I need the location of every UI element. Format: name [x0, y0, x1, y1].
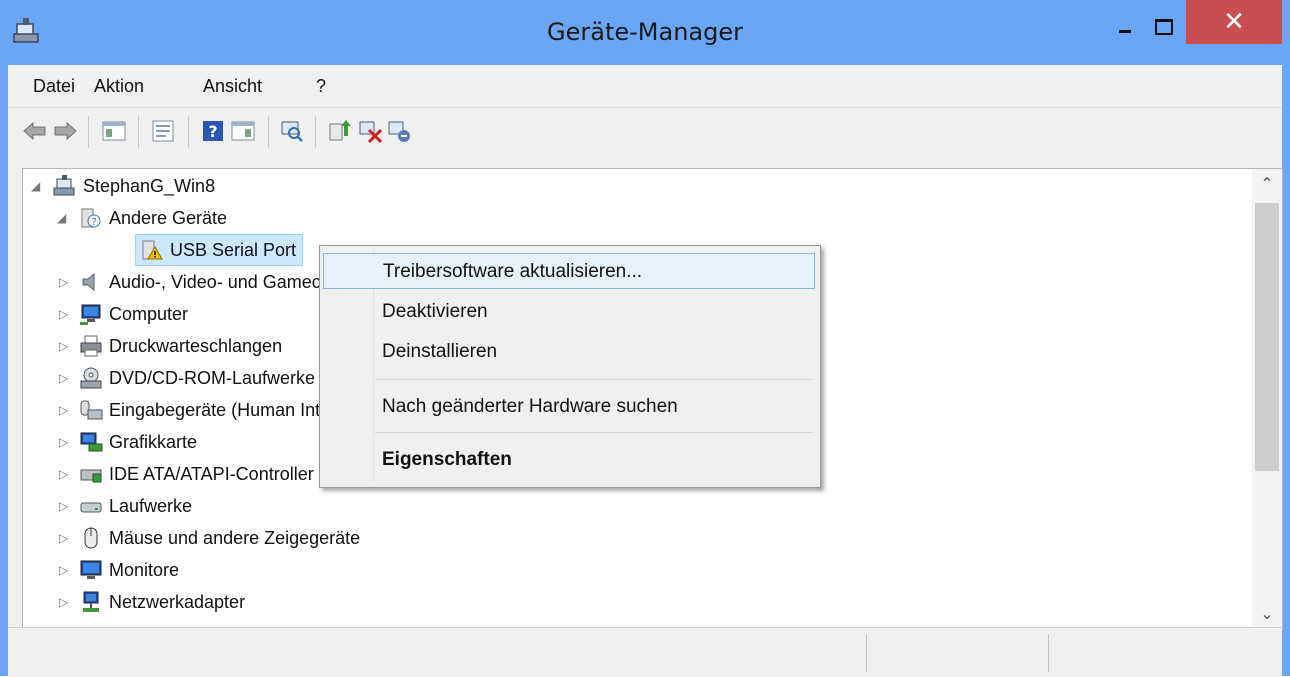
tree-item-usb-serial-port[interactable]: USB Serial Port — [135, 234, 304, 266]
tree-item-label: Computer — [109, 303, 189, 324]
vertical-scrollbar[interactable]: ⌃ ⌄ — [1252, 169, 1282, 629]
toolbar: ? — [8, 107, 1282, 156]
tree-item-andere-geraete[interactable]: ◢ ? Andere Geräte — [23, 202, 227, 234]
context-menu: Treibersoftware aktualisieren... Deaktiv… — [319, 245, 821, 488]
svg-text:?: ? — [91, 217, 96, 228]
tree-item-ide[interactable]: ▷ IDE ATA/ATAPI-Controller — [23, 458, 314, 490]
tree-item-label: Andere Geräte — [109, 207, 228, 228]
tree-item-label: Druckwarteschlangen — [109, 335, 283, 356]
action-pane-icon[interactable] — [230, 118, 256, 144]
back-arrow-icon[interactable] — [22, 118, 48, 144]
computer-icon — [80, 304, 101, 325]
expand-arrow-icon[interactable]: ▷ — [59, 435, 68, 449]
menu-item-label: Treibersoftware aktualisieren... — [383, 261, 643, 282]
update-driver-icon[interactable] — [327, 118, 353, 144]
tree-item-monitors[interactable]: ▷ Monitore — [23, 554, 179, 586]
monitor-icon — [80, 560, 102, 579]
menu-ansicht[interactable]: Ansicht — [203, 76, 262, 97]
menu-item-scan-hardware[interactable]: Nach geänderter Hardware suchen — [323, 389, 815, 425]
menu-datei[interactable]: Datei — [33, 76, 75, 97]
tree-item-network[interactable]: ▷ Netzwerkadapter — [23, 586, 245, 618]
tree-item-label: IDE ATA/ATAPI-Controller — [109, 463, 314, 484]
menu-item-uninstall[interactable]: Deinstallieren — [323, 334, 815, 370]
disable-device-icon[interactable] — [357, 118, 383, 144]
tree-item-dvd[interactable]: ▷ DVD/CD-ROM-Laufwerke — [23, 362, 315, 394]
speaker-icon — [82, 272, 95, 292]
tree-item-label: Grafikkarte — [109, 431, 198, 452]
menu-separator — [375, 379, 813, 380]
tree-item-label: Monitore — [109, 559, 180, 580]
expand-arrow-icon[interactable]: ▷ — [59, 339, 68, 353]
menu-item-label: Nach geänderter Hardware suchen — [382, 396, 678, 417]
tree-root[interactable]: ◢ StephanG_Win8 — [23, 170, 215, 202]
expand-arrow-icon[interactable]: ▷ — [59, 467, 68, 481]
expand-arrow-icon[interactable]: ▷ — [59, 531, 68, 545]
status-separator — [1048, 634, 1049, 672]
tree-item-label: Laufwerke — [109, 495, 193, 516]
collapse-arrow-icon[interactable]: ◢ — [57, 211, 66, 225]
expand-arrow-icon[interactable]: ▷ — [59, 595, 68, 609]
scroll-down-icon[interactable]: ⌄ — [1252, 599, 1282, 629]
optical-drive-icon — [80, 367, 102, 389]
menu-item-label: Eigenschaften — [382, 449, 512, 470]
mouse-icon — [84, 527, 98, 549]
help-icon[interactable]: ? — [200, 118, 226, 144]
scan-hardware-icon[interactable] — [279, 118, 305, 144]
forward-arrow-icon[interactable] — [52, 118, 78, 144]
svg-text:?: ? — [208, 122, 217, 141]
tree-item-label: USB Serial Port — [170, 239, 297, 260]
toolbar-separator — [188, 116, 189, 148]
menu-item-disable[interactable]: Deaktivieren — [323, 294, 815, 330]
menu-separator — [375, 432, 813, 433]
network-adapter-icon — [83, 591, 99, 612]
disk-drive-icon — [80, 502, 102, 513]
toolbar-separator — [138, 116, 139, 148]
tree-item-graphics[interactable]: ▷ Grafikkarte — [23, 426, 197, 458]
menu-item-label: Deaktivieren — [382, 301, 488, 322]
maximize-button[interactable] — [1148, 13, 1178, 39]
tree-item-label: Mäuse und andere Zeigegeräte — [109, 527, 361, 548]
menu-item-label: Deinstallieren — [382, 341, 498, 362]
toolbar-separator — [268, 116, 269, 148]
expand-arrow-icon[interactable]: ▷ — [59, 499, 68, 513]
input-device-icon — [80, 400, 103, 420]
toolbar-separator — [315, 116, 316, 148]
menu-bar: Datei Aktion Ansicht ? — [8, 65, 1282, 107]
expand-arrow-icon[interactable]: ▷ — [59, 307, 68, 321]
tree-item-label: DVD/CD-ROM-Laufwerke — [109, 367, 316, 388]
scrollbar-thumb[interactable] — [1255, 203, 1279, 471]
show-hide-console-tree-icon[interactable] — [101, 118, 127, 144]
status-bar — [8, 627, 1282, 677]
expand-arrow-icon[interactable]: ▷ — [59, 403, 68, 417]
uninstall-device-icon[interactable] — [386, 118, 412, 144]
display-adapter-icon — [80, 432, 103, 452]
collapse-arrow-icon[interactable]: ◢ — [31, 179, 40, 193]
computer-root-icon — [53, 175, 75, 196]
menu-aktion[interactable]: Aktion — [94, 76, 144, 97]
tree-item-computer[interactable]: ▷ Computer — [23, 298, 188, 330]
expand-arrow-icon[interactable]: ▷ — [59, 563, 68, 577]
tree-root-label: StephanG_Win8 — [83, 175, 216, 196]
properties-icon[interactable] — [150, 118, 176, 144]
menu-item-properties[interactable]: Eigenschaften — [323, 442, 815, 478]
window-title: Geräte-Manager — [547, 18, 743, 46]
expand-arrow-icon[interactable]: ▷ — [59, 371, 68, 385]
expand-arrow-icon[interactable]: ▷ — [59, 275, 68, 289]
tree-item-drives[interactable]: ▷ Laufwerke — [23, 490, 192, 522]
warning-device-icon — [142, 240, 163, 260]
close-button[interactable]: ✕ — [1186, 0, 1282, 44]
tree-item-print-queues[interactable]: ▷ Druckwarteschlangen — [23, 330, 282, 362]
printer-icon — [80, 335, 102, 357]
menu-help[interactable]: ? — [316, 76, 326, 97]
toolbar-separator — [88, 116, 89, 148]
minimize-button[interactable] — [1111, 13, 1139, 39]
tree-item-label: Netzwerkadapter — [109, 591, 246, 612]
title-bar[interactable]: Geräte-Manager ✕ — [0, 0, 1290, 65]
scroll-up-icon[interactable]: ⌃ — [1252, 169, 1282, 199]
other-devices-icon: ? — [81, 208, 101, 228]
menu-item-update-driver[interactable]: Treibersoftware aktualisieren... — [323, 253, 815, 289]
ide-controller-icon — [80, 469, 102, 483]
status-separator — [866, 634, 867, 672]
tree-item-mice[interactable]: ▷ Mäuse und andere Zeigegeräte — [23, 522, 360, 554]
